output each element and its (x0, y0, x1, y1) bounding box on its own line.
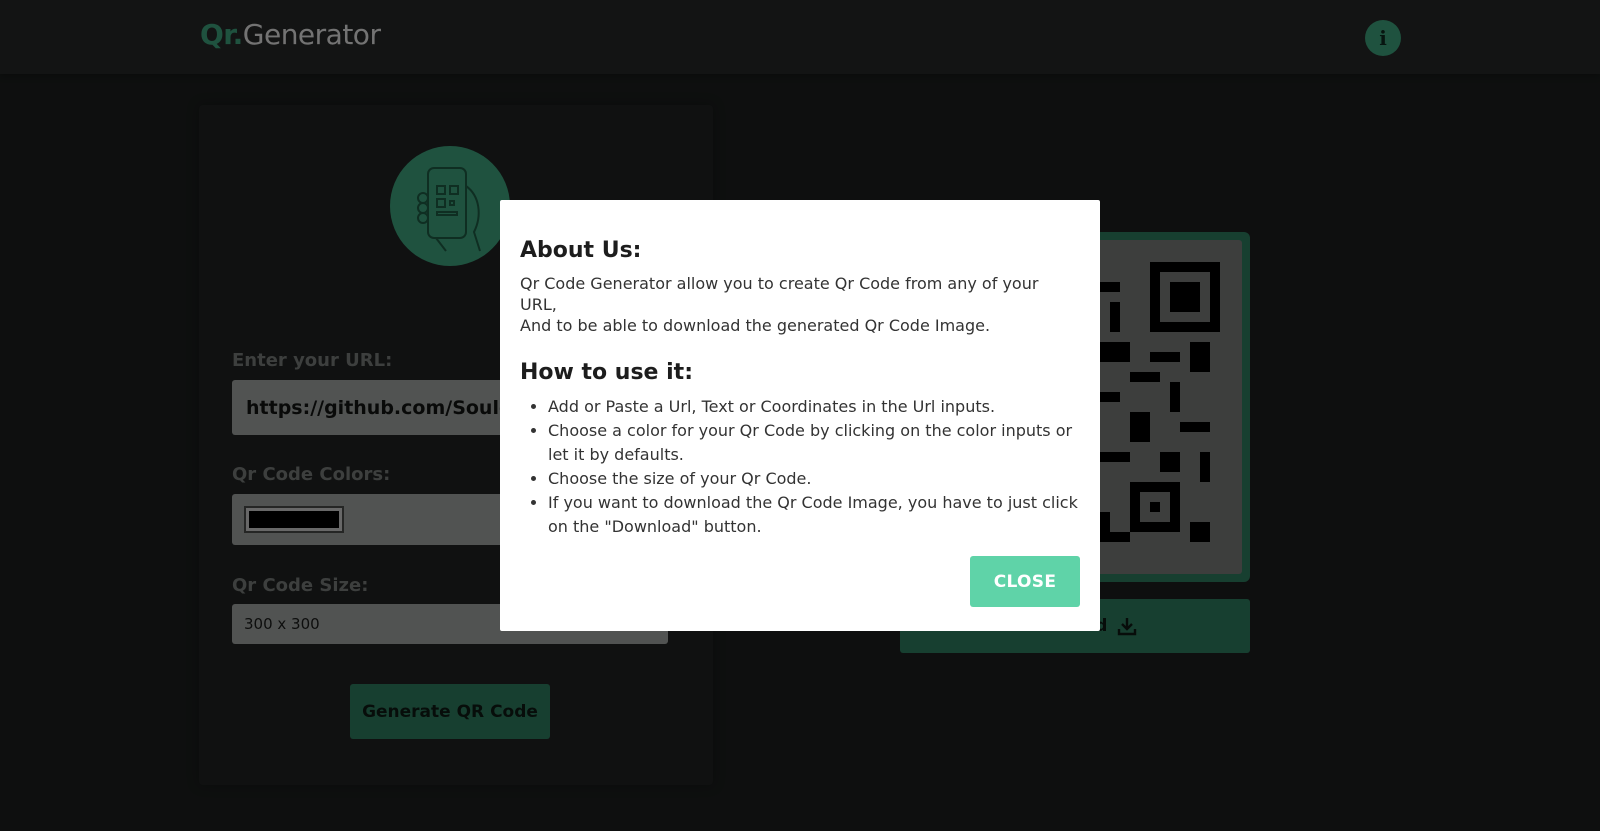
list-item: If you want to download the Qr Code Imag… (548, 491, 1080, 539)
close-button[interactable]: CLOSE (970, 556, 1080, 607)
howto-steps-list: Add or Paste a Url, Text or Coordinates … (520, 395, 1080, 539)
about-modal: About Us: Qr Code Generator allow you to… (500, 200, 1100, 631)
about-title: About Us: (520, 238, 642, 263)
howto-title: How to use it: (520, 360, 693, 385)
list-item: Choose the size of your Qr Code. (548, 467, 1080, 491)
about-text-line-2: And to be able to download the generated… (520, 316, 991, 335)
list-item: Choose a color for your Qr Code by click… (548, 419, 1080, 467)
about-text-line-1: Qr Code Generator allow you to create Qr… (520, 274, 1039, 314)
list-item: Add or Paste a Url, Text or Coordinates … (548, 395, 1080, 419)
